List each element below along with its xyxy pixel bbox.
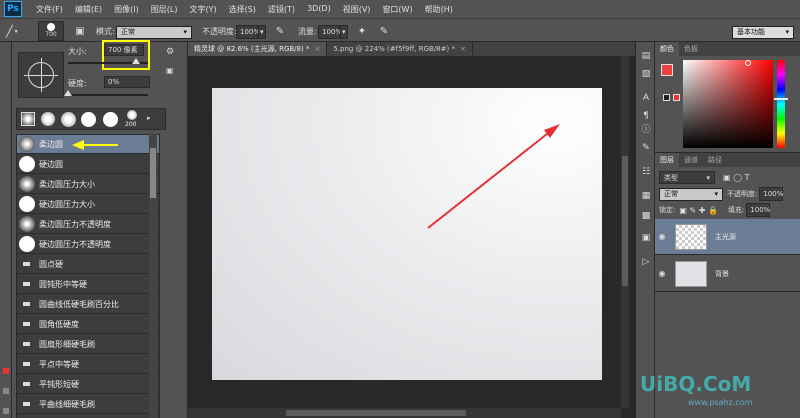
color-picker-field[interactable] [683, 60, 773, 148]
info-icon[interactable]: ⓘ [640, 122, 652, 135]
actions-icon[interactable]: ▷ [640, 256, 652, 268]
properties-icon[interactable]: ▩ [640, 210, 652, 222]
tab-layers[interactable]: 图层 [655, 153, 679, 167]
hue-slider[interactable] [777, 60, 785, 148]
layer-thumbnail [675, 260, 707, 287]
color-panel-tabs: 颜色 色板 [655, 42, 800, 56]
watermark-url: www.psahz.com [688, 398, 753, 407]
filter-icons[interactable]: ▣ ◯ T [723, 173, 749, 182]
adjust-icon[interactable]: ▧ [640, 68, 652, 80]
tab-channels[interactable]: 通道 [679, 153, 703, 167]
chevron-down-icon: ▾ [706, 173, 710, 182]
layer-row[interactable]: ◉ 背景 [655, 256, 800, 292]
tab-swatches[interactable]: 色板 [679, 42, 703, 56]
yellow-arrow-head [72, 140, 84, 150]
layer-row[interactable]: ◉ 主光源 [655, 219, 800, 255]
clone-source-icon[interactable]: ☷ [640, 166, 652, 178]
gamut-swatch[interactable] [673, 94, 680, 101]
styles-icon[interactable]: ▦ [640, 190, 652, 202]
navigator-icon[interactable]: ▣ [640, 232, 652, 244]
layer-opacity-input[interactable]: 100% [759, 187, 783, 201]
hue-slider-marker[interactable] [774, 98, 788, 100]
lock-icons[interactable]: ▣ ✎ ✚ 🔒 [679, 206, 718, 215]
uibq-logo: UiBQ.CoM [640, 372, 752, 396]
tab-paths[interactable]: 路径 [703, 153, 727, 167]
paragraph-icon[interactable]: ¶ [640, 110, 652, 122]
right-panel: 颜色 色板 图层 通道 路径 类型 ▾ ▣ ◯ T 正常 ▾ 不透明度: 100% [655, 42, 800, 418]
panel-icon-strip: ▤ ▧ A ¶ ⓘ ✎ ☷ ▦ ▩ ▣ ▷ [635, 42, 655, 418]
filter-value: 类型 [664, 173, 678, 182]
layer-thumbnail [675, 223, 707, 250]
character-icon[interactable]: A [640, 92, 652, 104]
blend-mode-select[interactable]: 正常 ▾ [659, 187, 723, 201]
layer-filter-select[interactable]: 类型 ▾ [659, 171, 715, 184]
blend-value: 正常 [664, 190, 678, 198]
warning-swatch[interactable] [663, 94, 670, 101]
history-icon[interactable]: ▤ [640, 50, 652, 62]
layers-panel-tabs: 图层 通道 路径 [655, 153, 800, 167]
layer-name: 背景 [715, 269, 729, 278]
picker-ring[interactable] [745, 60, 751, 66]
foreground-swatch[interactable] [661, 64, 673, 76]
layer-name: 主光源 [715, 232, 736, 241]
layer-opacity-label: 不透明度: [727, 190, 758, 198]
fill-label: 填充: [727, 206, 745, 214]
fill-input[interactable]: 100% [746, 203, 770, 217]
brush-settings-icon[interactable]: ✎ [640, 142, 652, 154]
eye-icon[interactable]: ◉ [655, 269, 669, 278]
eye-icon[interactable]: ◉ [655, 232, 669, 241]
chevron-down-icon: ▾ [714, 190, 718, 198]
tab-color[interactable]: 颜色 [655, 42, 679, 56]
lock-label: 锁定: [659, 206, 676, 214]
